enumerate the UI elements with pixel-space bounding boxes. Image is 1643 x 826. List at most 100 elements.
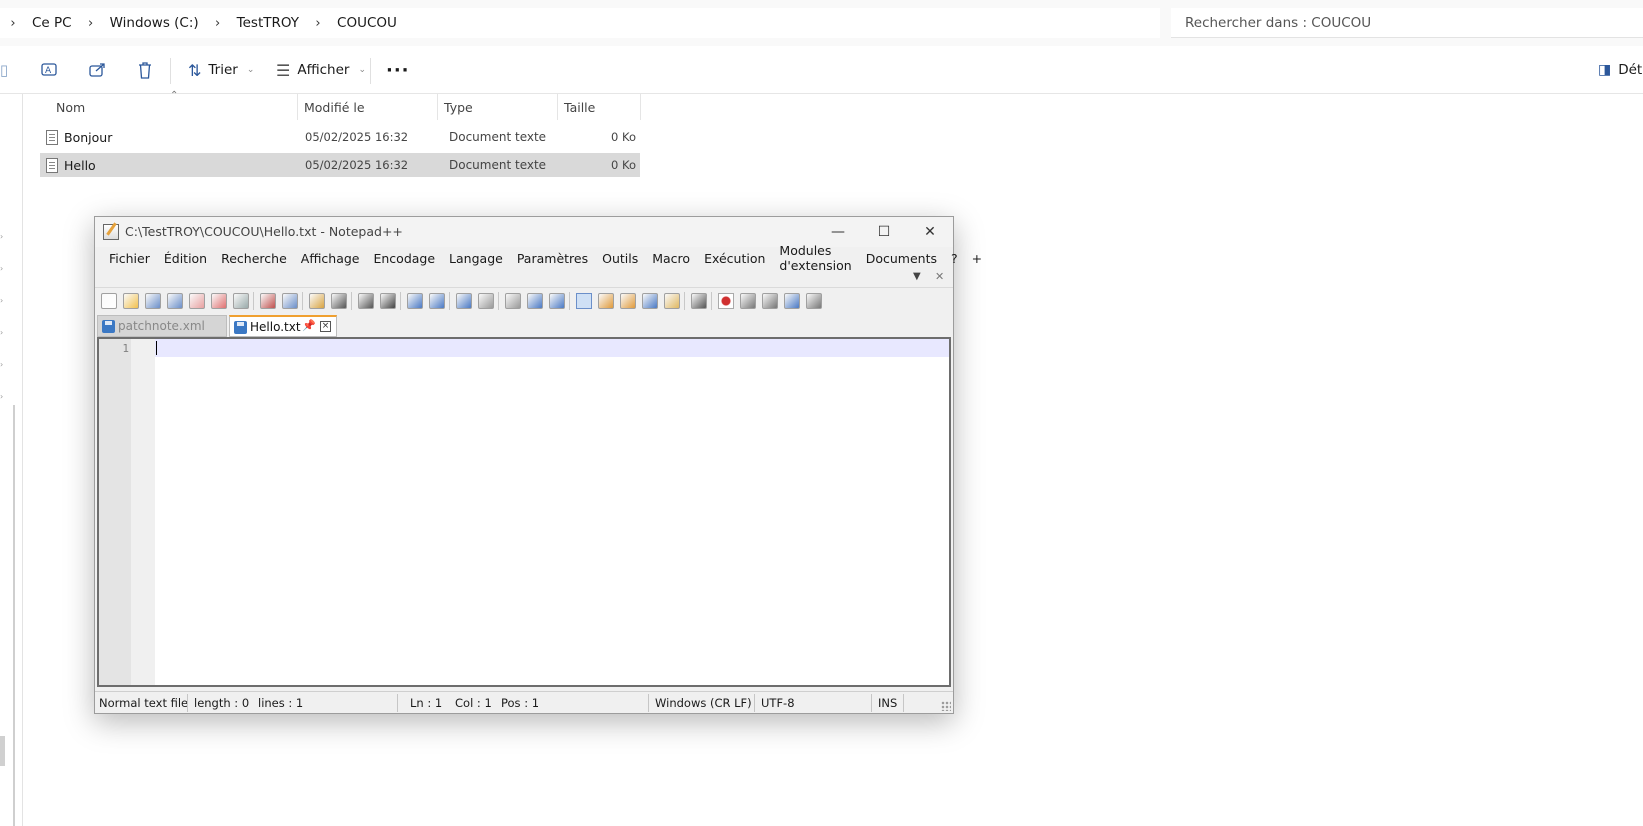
menu-modules-extension[interactable]: Modules d'extension (772, 243, 858, 273)
tab-close-icon[interactable]: × (320, 321, 331, 332)
tab-hello-txt[interactable]: Hello.txt 📌 × (229, 315, 337, 337)
new-file-icon[interactable] (101, 293, 117, 309)
redo-icon[interactable] (358, 293, 374, 309)
minimize-button[interactable]: — (815, 219, 861, 245)
file-row[interactable]: Bonjour 05/02/2025 16:32 Document texte … (40, 125, 640, 149)
close-all-icon[interactable] (211, 293, 227, 309)
status-col: Col : 1 (455, 696, 492, 710)
toolbar-separator (400, 292, 401, 310)
macro-run-multiple-icon[interactable] (784, 293, 800, 309)
folder-workspace-icon[interactable] (664, 293, 680, 309)
menu-help[interactable]: ? (944, 251, 965, 266)
replace-icon[interactable] (407, 293, 423, 309)
menu-outils[interactable]: Outils (595, 251, 645, 266)
all-chars-icon[interactable] (549, 293, 565, 309)
status-file-type: Normal text file (99, 696, 189, 710)
open-file-icon[interactable] (123, 293, 139, 309)
fold-margin (131, 339, 155, 685)
menu-recherche[interactable]: Recherche (214, 251, 294, 266)
print-icon[interactable] (233, 293, 249, 309)
status-insert-mode: INS (878, 696, 898, 710)
paste-icon[interactable] (309, 293, 325, 309)
status-divider (397, 694, 398, 712)
tab-patchnote-xml[interactable]: patchnote.xml (97, 315, 227, 337)
text-editor[interactable]: 1 (97, 337, 951, 687)
func-list-icon[interactable] (642, 293, 658, 309)
zoom-out-icon[interactable] (456, 293, 472, 309)
close-icon[interactable] (189, 293, 205, 309)
undo-icon[interactable] (331, 293, 347, 309)
line-number: 1 (122, 342, 129, 355)
more-options-button[interactable]: ··· (386, 58, 410, 82)
menu-macro[interactable]: Macro (645, 251, 697, 266)
breadcrumb-item-ce-pc[interactable]: Ce PC (26, 15, 78, 31)
breadcrumb-item-windows-c[interactable]: Windows (C:) (104, 15, 205, 31)
column-header-type[interactable]: Type (438, 94, 558, 120)
close-document-icon[interactable]: ✕ (935, 270, 944, 283)
breadcrumb-item-testtroy[interactable]: TestTROY (231, 15, 305, 31)
search-input[interactable]: Rechercher dans : COUCOU (1171, 8, 1643, 38)
word-wrap-icon[interactable] (527, 293, 543, 309)
navigation-pane-border (22, 94, 23, 826)
macro-stop-icon[interactable] (740, 293, 756, 309)
macro-record-icon[interactable] (718, 293, 734, 309)
menu-fichier[interactable]: Fichier (102, 251, 157, 266)
maximize-button[interactable]: ☐ (861, 219, 907, 245)
column-header-modified[interactable]: Modifié le (298, 94, 438, 120)
indent-guide-icon[interactable] (576, 293, 592, 309)
share-icon[interactable] (88, 60, 108, 80)
menu-affichage[interactable]: Affichage (294, 251, 367, 266)
save-icon[interactable] (145, 293, 161, 309)
nav-expand-icon[interactable]: › (0, 232, 4, 241)
zoom-in-icon[interactable] (429, 293, 445, 309)
column-header-name[interactable]: Nom (40, 94, 298, 120)
menu-encodage[interactable]: Encodage (366, 251, 442, 266)
menu-execution[interactable]: Exécution (697, 251, 772, 266)
menu-parametres[interactable]: Paramètres (510, 251, 595, 266)
text-file-icon (46, 129, 58, 145)
tab-label: Hello.txt (250, 319, 301, 334)
save-all-icon[interactable] (167, 293, 183, 309)
status-eol[interactable]: Windows (CR LF) (655, 696, 752, 710)
nav-expand-icon[interactable]: › (0, 360, 4, 369)
status-pos: Pos : 1 (501, 696, 540, 710)
copy-icon[interactable]: ▯ (0, 60, 14, 80)
sync-v-icon[interactable] (478, 293, 494, 309)
column-header-size[interactable]: Taille (558, 94, 641, 120)
find-icon[interactable] (380, 293, 396, 309)
menu-edition[interactable]: Édition (157, 251, 214, 266)
details-pane-button[interactable]: ◨ Déta (1598, 58, 1643, 82)
sort-button[interactable]: ⇅ Trier ⌄ (188, 58, 254, 82)
menu-bar: Fichier Édition Recherche Affichage Enco… (95, 243, 982, 273)
rename-icon[interactable]: A (40, 60, 60, 80)
copy-icon[interactable] (282, 293, 298, 309)
menu-documents[interactable]: Documents (859, 251, 944, 266)
navigation-pane-scrollbar[interactable] (13, 405, 15, 826)
status-encoding[interactable]: UTF-8 (761, 696, 795, 710)
breadcrumb-item-coucou[interactable]: COUCOU (331, 15, 403, 31)
nav-expand-icon[interactable]: › (0, 296, 4, 305)
resize-grip-icon[interactable] (941, 701, 951, 711)
cut-icon[interactable] (260, 293, 276, 309)
nav-expand-icon[interactable]: › (0, 264, 4, 273)
sync-h-icon[interactable] (505, 293, 521, 309)
pin-icon[interactable]: 📌 (302, 319, 316, 332)
delete-icon[interactable] (135, 60, 155, 80)
breadcrumb[interactable]: › Ce PC › Windows (C:) › TestTROY › COUC… (0, 8, 1160, 38)
close-button[interactable]: ✕ (907, 219, 953, 245)
macro-play-icon[interactable] (762, 293, 778, 309)
file-row-selected[interactable]: Hello 05/02/2025 16:32 Document texte 0 … (40, 153, 640, 177)
nav-expand-icon[interactable]: › (0, 392, 4, 401)
macro-save-icon[interactable] (806, 293, 822, 309)
status-bar: Normal text file length : 0 lines : 1 Ln… (95, 691, 953, 713)
menu-add-button[interactable]: + (965, 251, 989, 266)
chevron-right-icon: › (10, 15, 16, 31)
view-button[interactable]: ☰ Afficher ⌄ (276, 58, 366, 82)
nav-expand-icon[interactable]: › (0, 328, 4, 337)
monitoring-icon[interactable] (691, 293, 707, 309)
lang-udl-icon[interactable] (598, 293, 614, 309)
file-name: Hello (64, 157, 96, 173)
doc-map-icon[interactable] (620, 293, 636, 309)
tab-list-dropdown-icon[interactable]: ▼ (913, 271, 921, 282)
menu-langage[interactable]: Langage (442, 251, 510, 266)
